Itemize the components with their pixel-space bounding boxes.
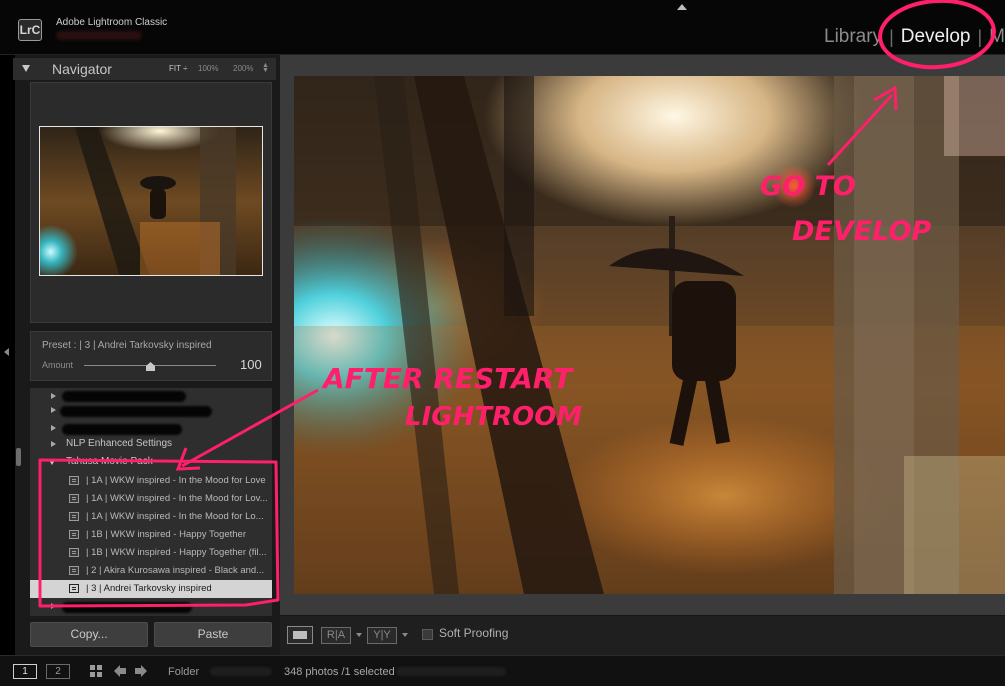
lrc-logo: LrC: [18, 19, 42, 41]
preset-folder-redacted[interactable]: [30, 402, 272, 420]
preset-item[interactable]: | 1B | WKW inspired - Happy Together: [30, 526, 272, 544]
before-after-left-right-button[interactable]: R|A: [321, 627, 351, 644]
module-separator: |: [889, 26, 894, 47]
paste-settings-button[interactable]: Paste: [154, 622, 272, 647]
left-panel-scrollbar[interactable]: [16, 448, 21, 466]
preset-folder-tahusa[interactable]: Tahusa Movie Pack: [30, 454, 272, 472]
folder-label: Tahusa Movie Pack: [66, 456, 153, 467]
disclosure-right-icon[interactable]: [51, 393, 56, 399]
disclosure-down-icon[interactable]: [22, 65, 30, 72]
zoom-100-option[interactable]: 100%: [198, 64, 218, 73]
preset-item-label: | 1B | WKW inspired - Happy Together: [86, 529, 246, 540]
preset-item-selected[interactable]: | 3 | Andrei Tarkovsky inspired: [30, 580, 272, 598]
photo-count-status: 348 photos /1 selected: [284, 666, 395, 678]
disclosure-right-icon[interactable]: [51, 603, 56, 609]
source-folder-label[interactable]: Folder: [168, 666, 199, 678]
disclosure-right-icon[interactable]: [51, 407, 56, 413]
navigator-title: Navigator: [52, 61, 112, 77]
module-separator: |: [977, 26, 983, 47]
disclosure-right-icon[interactable]: [51, 425, 56, 431]
before-after-swap-button[interactable]: Y|Y: [367, 627, 397, 644]
forward-arrow-icon[interactable]: [134, 664, 148, 678]
soft-proofing-label: Soft Proofing: [439, 626, 509, 640]
amount-label: Amount: [42, 360, 74, 370]
redacted-label: [60, 406, 212, 417]
preset-item-label: | 1A | WKW inspired - In the Mood for Lo…: [86, 493, 268, 504]
disclosure-down-icon[interactable]: [49, 460, 55, 465]
main-photo-image: [294, 76, 1005, 594]
soft-proofing-checkbox[interactable]: [422, 629, 433, 640]
preset-item-label: | 1A | WKW inspired - In the Mood for Lo…: [86, 511, 264, 522]
zoom-200-option[interactable]: 200%: [233, 64, 253, 73]
back-arrow-icon[interactable]: [113, 664, 127, 678]
copy-settings-button[interactable]: Copy...: [30, 622, 148, 647]
preset-item[interactable]: | 1A | WKW inspired - In the Mood for Lo…: [30, 490, 272, 508]
navigator-thumbnail-image: [40, 127, 262, 275]
chevron-down-icon[interactable]: [356, 633, 362, 637]
preset-icon: [69, 494, 79, 503]
zoom-spinner-icon[interactable]: ▲ ▼: [262, 62, 269, 74]
disclosure-right-icon[interactable]: [51, 441, 56, 447]
preset-list: NLP Enhanced Settings Tahusa Movie Pack …: [30, 388, 272, 616]
preset-icon: [69, 530, 79, 539]
grid-icon[interactable]: [90, 665, 103, 678]
main-photo[interactable]: [294, 76, 1005, 594]
redacted-filename: [396, 667, 506, 676]
preset-item[interactable]: | 1A | WKW inspired - In the Mood for Lo…: [30, 508, 272, 526]
main-screen-button[interactable]: 1: [13, 664, 37, 679]
redacted-catalog-name: [56, 31, 142, 40]
zoom-fit-option[interactable]: FIT ÷: [169, 64, 187, 73]
preset-item-label: | 2 | Akira Kurosawa inspired - Black an…: [86, 565, 265, 576]
preset-item[interactable]: | 1A | WKW inspired - In the Mood for Lo…: [30, 472, 272, 490]
preset-item-label: | 1A | WKW inspired - In the Mood for Lo…: [86, 475, 266, 486]
preset-folder-redacted[interactable]: [30, 598, 272, 616]
preset-icon: [69, 548, 79, 557]
module-picker: Library | Develop | M: [824, 24, 1005, 50]
second-screen-button[interactable]: 2: [46, 664, 70, 679]
collapse-left-panel-icon[interactable]: [4, 348, 9, 356]
app-title: Adobe Lightroom Classic: [56, 17, 168, 28]
redacted-label: [62, 391, 186, 402]
redacted-label: [62, 424, 182, 435]
module-library[interactable]: Library: [824, 26, 882, 48]
chevron-down-icon[interactable]: [402, 633, 408, 637]
preset-label: Preset : | 3 | Andrei Tarkovsky inspired: [42, 340, 212, 351]
preset-icon: [69, 512, 79, 521]
loupe-view-button[interactable]: [287, 626, 313, 644]
folder-label: NLP Enhanced Settings: [66, 438, 173, 449]
collapse-top-panel-icon[interactable]: [677, 4, 687, 10]
preset-item-label: | 3 | Andrei Tarkovsky inspired: [86, 583, 212, 594]
redacted-folder-name: [210, 667, 272, 676]
preset-icon: [69, 476, 79, 485]
preset-item[interactable]: | 1B | WKW inspired - Happy Together (fi…: [30, 544, 272, 562]
preset-item[interactable]: | 2 | Akira Kurosawa inspired - Black an…: [30, 562, 272, 580]
preset-amount-panel: [30, 331, 272, 381]
preset-folder-nlp[interactable]: NLP Enhanced Settings: [30, 436, 272, 454]
preset-icon: [69, 566, 79, 575]
module-develop[interactable]: Develop: [901, 26, 971, 48]
preset-icon: [69, 584, 79, 593]
preset-item-label: | 1B | WKW inspired - Happy Together (fi…: [86, 547, 267, 558]
redacted-label: [62, 602, 192, 613]
amount-value[interactable]: 100: [240, 357, 262, 372]
navigator-thumbnail[interactable]: [39, 126, 263, 276]
module-next[interactable]: M: [989, 26, 1005, 48]
